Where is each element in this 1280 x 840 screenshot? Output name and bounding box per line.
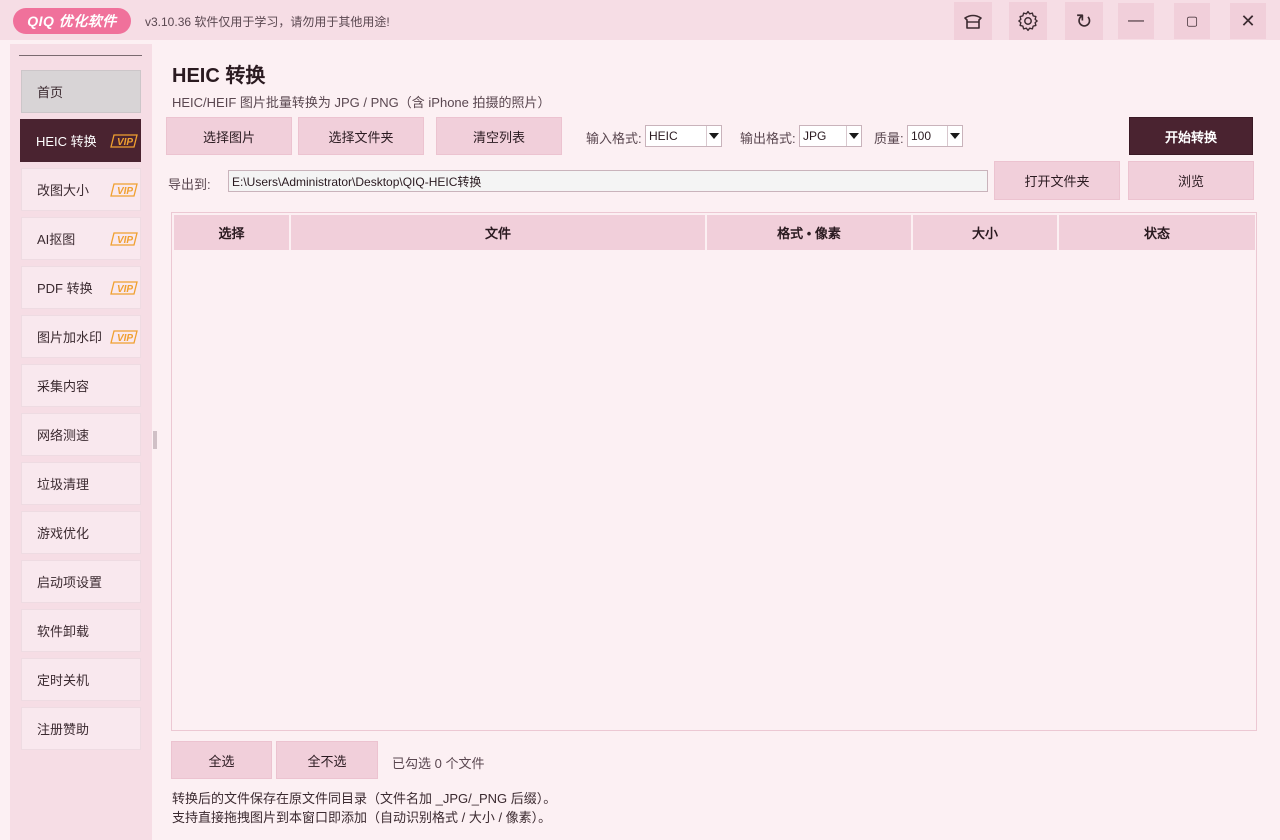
sidebar-item-label: 图片加水印 xyxy=(37,330,103,345)
sidebar-item-label: 首页 xyxy=(37,85,64,100)
svg-text:VIP: VIP xyxy=(117,137,133,148)
sidebar-item-label: PDF 转换 xyxy=(37,281,93,296)
app-logo: QIQ 优化软件 xyxy=(13,8,131,34)
version-notice: v3.10.36 软件仅用于学习，请勿用于其他用途! xyxy=(145,15,390,29)
drag-drop-note: 支持直接拖拽图片到本窗口即添加（自动识别格式 / 大小 / 像素）。 xyxy=(172,810,552,825)
sidebar-item-label: HEIC 转换 xyxy=(36,134,97,149)
sidebar-item-game-optimize[interactable]: 游戏优化 xyxy=(21,511,141,554)
gear-icon xyxy=(1018,10,1038,32)
vip-badge-icon: VIP xyxy=(110,330,138,344)
maximize-button[interactable]: ▢ xyxy=(1174,3,1210,39)
sidebar-item-label: AI抠图 xyxy=(37,232,76,247)
quality-label: 质量: xyxy=(874,131,904,146)
export-path-input[interactable] xyxy=(228,170,988,192)
dropdown-arrow-icon xyxy=(846,126,861,146)
selection-status: 已勾选 0 个文件 xyxy=(392,756,485,771)
output-format-select[interactable]: JPG xyxy=(799,125,862,147)
sidebar-splitter[interactable] xyxy=(153,431,157,449)
export-label: 导出到: xyxy=(168,177,211,192)
settings-button[interactable] xyxy=(1009,2,1047,40)
sidebar-item-ai-cutout[interactable]: AI抠图 VIP xyxy=(21,217,141,260)
dropdown-arrow-icon xyxy=(947,126,962,146)
sidebar-item-content-collect[interactable]: 采集内容 xyxy=(21,364,141,407)
close-button[interactable]: ✕ xyxy=(1230,3,1266,39)
column-header-file[interactable]: 文件 xyxy=(291,215,705,250)
sidebar-item-speed-test[interactable]: 网络测速 xyxy=(21,413,141,456)
clear-list-button[interactable]: 清空列表 xyxy=(436,117,562,155)
sidebar-item-label: 软件卸载 xyxy=(37,624,90,639)
sidebar-item-label: 改图大小 xyxy=(37,183,90,198)
column-header-status[interactable]: 状态 xyxy=(1059,215,1255,250)
quality-select[interactable]: 100 xyxy=(907,125,963,147)
sidebar-item-uninstall[interactable]: 软件卸载 xyxy=(21,609,141,652)
sidebar-item-resize-image[interactable]: 改图大小 VIP xyxy=(21,168,141,211)
title-bar: QIQ 优化软件 v3.10.36 软件仅用于学习，请勿用于其他用途! ↻ — … xyxy=(0,0,1280,40)
hat-icon xyxy=(964,14,982,29)
column-header-format[interactable]: 格式 • 像素 xyxy=(707,215,911,250)
sidebar-item-home[interactable]: 首页 xyxy=(21,70,141,113)
input-format-select[interactable]: HEIC xyxy=(645,125,722,147)
minimize-icon: — xyxy=(1128,12,1144,29)
save-location-note: 转换后的文件保存在原文件同目录（文件名加 _JPG/_PNG 后缀）。 xyxy=(172,791,557,806)
dropdown-arrow-icon xyxy=(706,126,721,146)
sidebar-item-label: 游戏优化 xyxy=(37,526,90,541)
sidebar-item-junk-clean[interactable]: 垃圾清理 xyxy=(21,462,141,505)
sidebar-divider xyxy=(19,55,142,56)
sidebar-item-heic-convert[interactable]: HEIC 转换 VIP xyxy=(20,119,141,162)
sidebar-item-label: 垃圾清理 xyxy=(37,477,90,492)
svg-text:VIP: VIP xyxy=(117,284,133,295)
sidebar-item-register-donate[interactable]: 注册赞助 xyxy=(21,707,141,750)
file-table[interactable]: 选择 文件 格式 • 像素 大小 状态 xyxy=(171,212,1257,731)
column-header-size[interactable]: 大小 xyxy=(913,215,1057,250)
select-folder-button[interactable]: 选择文件夹 xyxy=(298,117,424,155)
vip-badge-icon: VIP xyxy=(110,281,138,295)
sidebar-item-label: 采集内容 xyxy=(37,379,90,394)
output-format-label: 输出格式: xyxy=(740,131,796,146)
sidebar-item-scheduled-shutdown[interactable]: 定时关机 xyxy=(21,658,141,701)
column-header-select[interactable]: 选择 xyxy=(174,215,289,250)
sidebar-item-watermark[interactable]: 图片加水印 VIP xyxy=(21,315,141,358)
minimize-button[interactable]: — xyxy=(1118,3,1154,39)
sidebar-item-label: 定时关机 xyxy=(37,673,90,688)
output-format-value: JPG xyxy=(803,129,827,143)
vip-badge-icon: VIP xyxy=(110,232,138,246)
skin-button[interactable] xyxy=(954,2,992,40)
input-format-label: 输入格式: xyxy=(586,131,642,146)
svg-text:VIP: VIP xyxy=(117,333,133,344)
close-icon: ✕ xyxy=(1240,10,1256,31)
select-none-button[interactable]: 全不选 xyxy=(276,741,378,779)
sidebar-item-pdf-convert[interactable]: PDF 转换 VIP xyxy=(21,266,141,309)
start-convert-button[interactable]: 开始转换 xyxy=(1129,117,1253,155)
page-subtitle: HEIC/HEIF 图片批量转换为 JPG / PNG（含 iPhone 拍摄的… xyxy=(172,95,551,110)
svg-text:VIP: VIP xyxy=(117,186,133,197)
refresh-button[interactable]: ↻ xyxy=(1065,2,1103,40)
page-title: HEIC 转换 xyxy=(172,65,266,87)
select-all-button[interactable]: 全选 xyxy=(171,741,272,779)
sidebar: 首页 HEIC 转换 VIP 改图大小 VIP AI抠图 VIP PDF 转换 VIP 图片加水印… xyxy=(10,44,152,840)
sidebar-item-label: 网络测速 xyxy=(37,428,90,443)
svg-text:VIP: VIP xyxy=(117,235,133,246)
vip-badge-icon: VIP xyxy=(110,183,138,197)
open-folder-button[interactable]: 打开文件夹 xyxy=(994,161,1120,200)
quality-value: 100 xyxy=(911,129,932,143)
sidebar-item-label: 启动项设置 xyxy=(37,575,103,590)
refresh-icon: ↻ xyxy=(1075,10,1093,33)
sidebar-item-startup-settings[interactable]: 启动项设置 xyxy=(21,560,141,603)
sidebar-item-label: 注册赞助 xyxy=(37,722,90,737)
select-images-button[interactable]: 选择图片 xyxy=(166,117,292,155)
maximize-icon: ▢ xyxy=(1185,13,1199,28)
table-header: 选择 文件 格式 • 像素 大小 状态 xyxy=(172,213,1256,251)
vip-badge-icon: VIP xyxy=(110,134,138,148)
browse-button[interactable]: 浏览 xyxy=(1128,161,1254,200)
input-format-value: HEIC xyxy=(649,129,678,143)
